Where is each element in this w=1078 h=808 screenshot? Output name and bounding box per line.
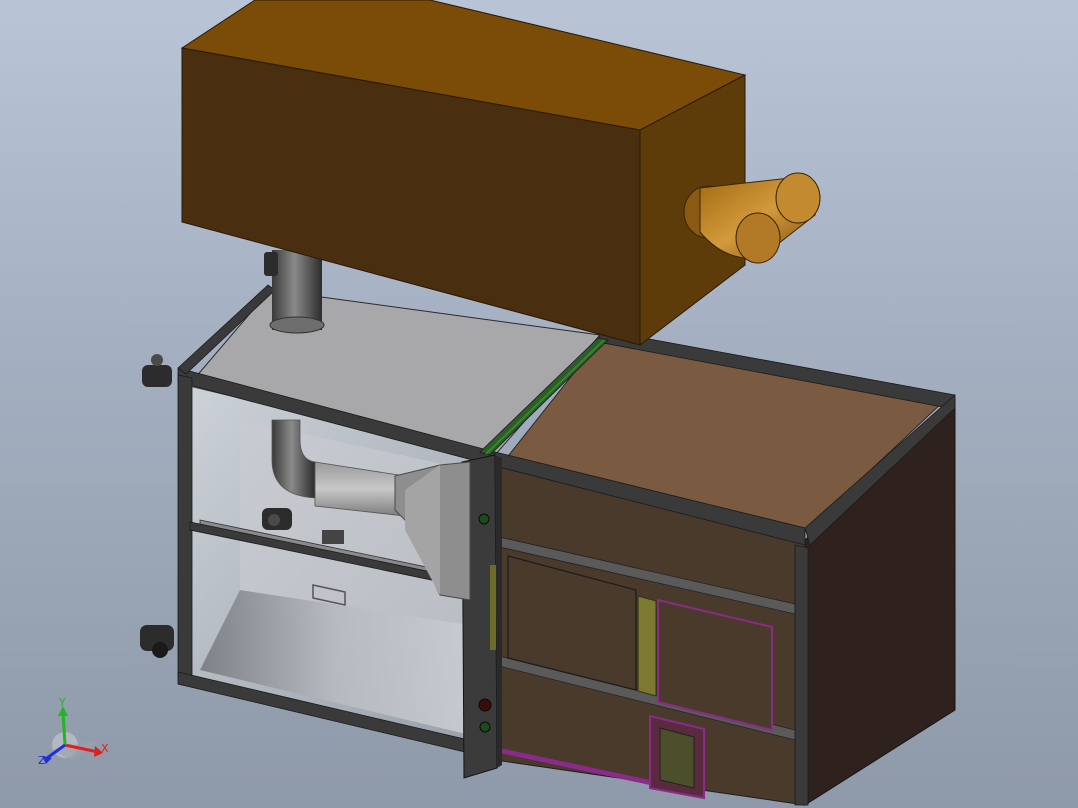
orientation-triad[interactable]: X Y Z bbox=[38, 696, 109, 767]
door-handle[interactable] bbox=[637, 595, 657, 697]
indicator-light-red[interactable] bbox=[478, 698, 492, 712]
indicator-light-green-bottom[interactable] bbox=[479, 721, 491, 733]
triad-y-axis bbox=[61, 711, 67, 746]
triad-z-label: Z bbox=[38, 754, 46, 767]
indicator-light-green-top[interactable] bbox=[478, 513, 490, 525]
duct-bracket bbox=[322, 530, 344, 544]
caster-back-middle bbox=[262, 508, 292, 530]
caster-top-left bbox=[142, 354, 172, 387]
cad-graphics-area[interactable]: X Y Z bbox=[0, 0, 1078, 808]
inspection-window-glass bbox=[659, 727, 695, 789]
caster-back-top bbox=[264, 252, 278, 276]
pipe-flange bbox=[269, 316, 325, 334]
triad-x-label: X bbox=[101, 742, 109, 755]
model-view[interactable]: X Y Z bbox=[0, 0, 1078, 808]
caster-bottom-left bbox=[140, 625, 174, 658]
cabinet-body[interactable] bbox=[177, 284, 956, 806]
nozzle-end-cap[interactable] bbox=[735, 212, 781, 264]
triad-y-label: Y bbox=[58, 696, 66, 709]
column-slot bbox=[490, 565, 496, 650]
nozzle-top-cap bbox=[775, 172, 821, 224]
